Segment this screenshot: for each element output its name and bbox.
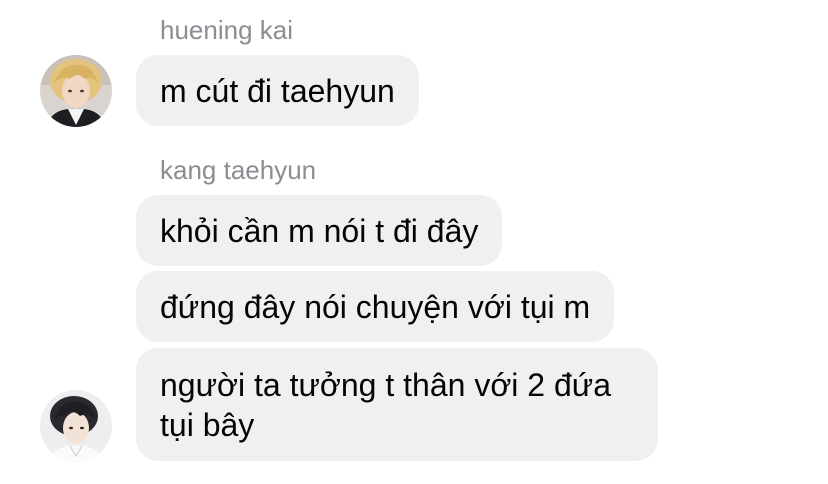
profile-photo-icon: [40, 390, 112, 462]
message-text: khỏi cần m nói t đi đây: [160, 212, 479, 249]
message-text: đứng đây nói chuyện với tụi m: [160, 288, 591, 325]
profile-photo-icon: [40, 55, 112, 127]
message-bubble[interactable]: người ta tưởng t thân với 2 đứa tụi bây: [136, 348, 658, 461]
sender-name: huening kai: [160, 15, 293, 45]
sender-name: kang taehyun: [160, 155, 317, 185]
message-text: m cút đi taehyun: [160, 72, 395, 109]
message-bubble[interactable]: đứng đây nói chuyện với tụi m: [136, 271, 615, 342]
avatar-kang-taehyun[interactable]: [40, 390, 112, 462]
avatar-huening-kai[interactable]: [40, 55, 112, 127]
message-bubble[interactable]: khỏi cần m nói t đi đây: [136, 195, 503, 266]
message-bubble[interactable]: m cút đi taehyun: [136, 55, 419, 126]
message-text: người ta tưởng t thân với 2 đứa tụi bây: [160, 366, 611, 443]
